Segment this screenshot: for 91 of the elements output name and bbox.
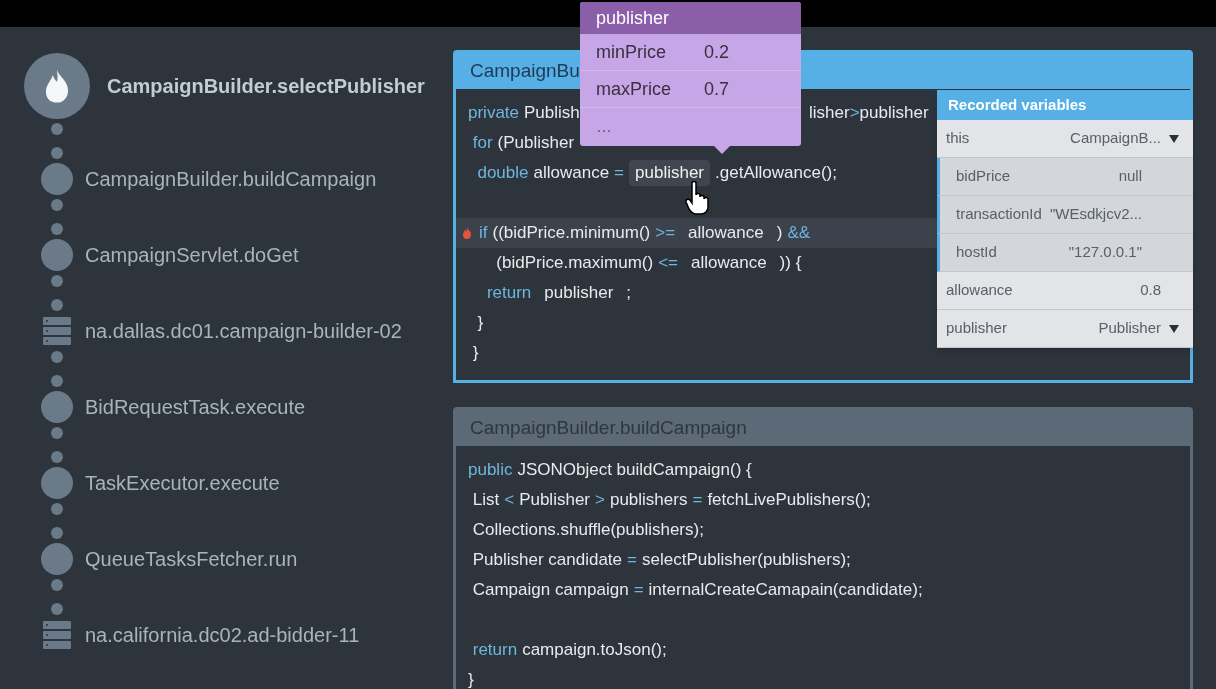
variable-name: publisher — [946, 318, 1007, 339]
trace-node[interactable] — [41, 163, 73, 195]
trace-node[interactable] — [41, 467, 73, 499]
variable-row[interactable]: allowance 0.8 — [937, 272, 1193, 310]
code-token: return — [485, 282, 532, 305]
code-token: ) — [776, 222, 783, 245]
code-token: > — [595, 489, 605, 512]
field-value: 0.7 — [704, 77, 730, 101]
variable-name: this — [946, 128, 970, 149]
variable-value: CampaignB... — [1070, 128, 1161, 149]
variable-name: transactionId — [956, 204, 1042, 225]
variable-row[interactable]: publisher Publisher — [937, 310, 1193, 348]
trace-node[interactable] — [41, 239, 73, 271]
variable-value: Publisher — [1098, 318, 1161, 339]
card-title: CampaignBu — [470, 58, 580, 83]
variable-value: 0.8 — [1140, 280, 1161, 301]
trace-label[interactable]: CampaignBuilder.selectPublisher — [107, 71, 425, 101]
trace-node[interactable] — [41, 543, 73, 575]
code-token: Publish — [524, 102, 580, 125]
code-token: <= — [658, 252, 678, 275]
field-value: 0.2 — [704, 40, 730, 64]
hand-cursor-icon — [684, 180, 712, 216]
variable-value: "WEsdkjcv2... — [1050, 204, 1142, 225]
code-token: Campaign campaign — [471, 579, 629, 602]
code-token: for — [471, 132, 493, 155]
variable-name: allowance — [946, 280, 1013, 301]
trace-label[interactable]: CampaignBuilder.buildCampaign — [85, 164, 377, 194]
variable-row[interactable]: bidPrice null — [937, 158, 1193, 196]
code-token: .getAllowance(); — [715, 162, 837, 185]
code-token: campaign.toJson(); — [522, 639, 667, 662]
field-name: maxPrice — [596, 77, 672, 101]
code-token: (bidPrice.maximum() — [495, 252, 654, 275]
trace-label[interactable]: QueueTasksFetcher.run — [85, 544, 298, 574]
variable-name: bidPrice — [956, 166, 1011, 187]
code-token: public — [468, 459, 513, 482]
more-indicator: … — [596, 117, 612, 137]
code-token: if — [479, 222, 488, 245]
trace-label[interactable]: na.california.dc02.ad-bidder-11 — [85, 620, 360, 650]
code-token: Publisher — [519, 489, 590, 512]
code-token: allowance — [533, 162, 610, 185]
flame-icon — [43, 68, 71, 104]
code-token: Publisher candidate — [471, 549, 623, 572]
code-token: internalCreateCamapain(candidate); — [648, 579, 923, 602]
code-token: lisher — [809, 102, 850, 125]
card-title: CampaignBuilder.buildCampaign — [470, 415, 747, 440]
code-token: private — [468, 102, 520, 125]
trace-label[interactable]: CampaignServlet.doGet — [85, 240, 299, 270]
code-token: JSONObject buildCampaign() { — [517, 459, 752, 482]
code-token: publishers — [609, 489, 688, 512]
code-token: = — [627, 549, 637, 572]
code-token: )) { — [779, 252, 802, 275]
caret-icon[interactable] — [1169, 324, 1179, 333]
code-token: ; — [626, 282, 632, 305]
code-token: return — [471, 639, 518, 662]
trace-label[interactable]: TaskExecutor.execute — [85, 468, 280, 498]
code-token: List — [471, 489, 500, 512]
panel-title: Recorded variables — [948, 94, 1087, 115]
code-token: = — [692, 489, 703, 512]
code-token: allowance — [687, 222, 765, 245]
code-token: >= — [655, 222, 676, 245]
code-token: ((bidPrice.minimum() — [492, 222, 651, 245]
code-token: = — [633, 579, 644, 602]
caret-icon[interactable] — [1169, 134, 1179, 143]
code-token: double — [476, 162, 529, 185]
code-token[interactable]: publisher — [629, 160, 711, 186]
code-token: publisher — [543, 282, 615, 305]
field-name: minPrice — [596, 40, 667, 64]
variable-name: hostId — [956, 242, 997, 263]
code-token: > — [849, 102, 860, 125]
variable-row[interactable]: transactionId "WEsdkjcv2... — [937, 196, 1193, 234]
code-token: = — [614, 162, 625, 185]
variable-row[interactable]: this CampaignB... — [937, 120, 1193, 158]
code-token: Collections.shuffle(publishers); — [471, 519, 704, 542]
code-token: } — [468, 669, 474, 689]
flame-icon — [462, 226, 472, 240]
variable-value: "127.0.0.1" — [1068, 242, 1142, 263]
code-token: (Publisher — [497, 132, 575, 155]
code-token: < — [504, 489, 515, 512]
code-token: } — [476, 312, 484, 335]
code-token: publisher — [859, 102, 929, 125]
code-token: selectPublisher(publishers); — [642, 549, 851, 572]
trace-label[interactable]: na.dallas.dc01.campaign-builder-02 — [85, 316, 402, 346]
trace-label[interactable]: BidRequestTask.execute — [85, 392, 306, 422]
popup-title: publisher — [596, 6, 670, 30]
trace-node[interactable] — [41, 391, 73, 423]
code-token: fetchLivePublishers(); — [707, 489, 871, 512]
code-token: && — [787, 222, 811, 245]
variable-value: null — [1118, 166, 1142, 187]
code-token: allowance — [690, 252, 768, 275]
variable-row[interactable]: hostId "127.0.0.1" — [937, 234, 1193, 272]
code-token: } — [471, 342, 479, 365]
